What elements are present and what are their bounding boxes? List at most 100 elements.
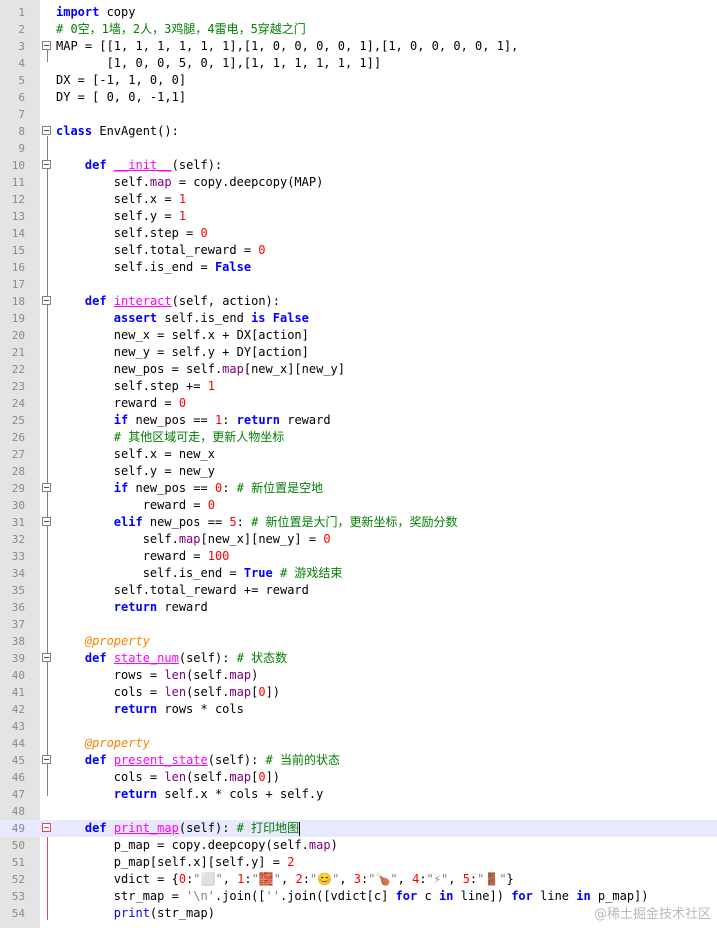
code-line[interactable]: 47 return self.x * cols + self.y bbox=[0, 786, 717, 803]
code-token: state_num bbox=[113, 651, 179, 665]
code-line[interactable]: 9 bbox=[0, 140, 717, 157]
code-line[interactable]: 25 if new_pos == 1: return reward bbox=[0, 412, 717, 429]
code-line[interactable]: 4 [1, 0, 0, 5, 0, 1],[1, 1, 1, 1, 1, 1]] bbox=[0, 55, 717, 72]
code-line[interactable]: 18 def interact(self, action): bbox=[0, 293, 717, 310]
line-number: 9 bbox=[18, 142, 25, 155]
code-text: vdict = {0:"⬜", 1:"🧱", 2:"😊", 3:"🍗", 4:"… bbox=[56, 871, 514, 888]
code-line[interactable]: 13 self.y = 1 bbox=[0, 208, 717, 225]
code-editor[interactable]: 1 import copy 2 # 0空，1墙，2人，3鸡腿，4雷电，5穿越之门 3 MA… bbox=[0, 0, 717, 928]
code-line[interactable]: 2 # 0空，1墙，2人，3鸡腿，4雷电，5穿越之门 bbox=[0, 21, 717, 38]
code-token: : bbox=[302, 872, 310, 886]
code-line[interactable]: 22 new_pos = self.map[new_x][new_y] bbox=[0, 361, 717, 378]
code-token: 0 bbox=[323, 532, 331, 546]
code-line[interactable]: 26 # 其他区域可走，更新人物坐标 bbox=[0, 429, 717, 446]
code-line[interactable]: 24 reward = 0 bbox=[0, 395, 717, 412]
code-line[interactable]: 16 self.is_end = False bbox=[0, 259, 717, 276]
code-token: present_state bbox=[113, 753, 208, 767]
code-line[interactable]: 43 bbox=[0, 718, 717, 735]
code-line[interactable]: 10 def __init__(self): bbox=[0, 157, 717, 174]
code-line[interactable]: 17 bbox=[0, 276, 717, 293]
code-text: def interact(self, action): bbox=[56, 293, 280, 310]
code-line[interactable]: 30 reward = 0 bbox=[0, 497, 717, 514]
code-line[interactable]: 28 self.y = new_y bbox=[0, 463, 717, 480]
line-number: 34 bbox=[11, 567, 25, 580]
code-line[interactable]: 23 self.step += 1 bbox=[0, 378, 717, 395]
code-line[interactable]: 44 @property bbox=[0, 735, 717, 752]
code-line[interactable]: 35 self.total_reward += reward bbox=[0, 582, 717, 599]
code-token: (self, action): bbox=[171, 294, 280, 308]
fold-toggle-icon[interactable] bbox=[42, 483, 51, 492]
code-token: len bbox=[164, 668, 187, 682]
fold-toggle-icon[interactable] bbox=[42, 755, 51, 764]
code-line[interactable]: 11 self.map = copy.deepcopy(MAP) bbox=[0, 174, 717, 191]
code-token: 2 bbox=[295, 872, 303, 886]
code-line[interactable]: 33 reward = 100 bbox=[0, 548, 717, 565]
line-number: 18 bbox=[11, 295, 25, 308]
code-line[interactable]: 6 DY = [ 0, 0, -1,1] bbox=[0, 89, 717, 106]
code-line[interactable]: 19 assert self.is_end is False bbox=[0, 310, 717, 327]
code-line[interactable]: 20 new_x = self.x + DX[action] bbox=[0, 327, 717, 344]
code-line[interactable]: 5 DX = [-1, 1, 0, 0] bbox=[0, 72, 717, 89]
code-text: self.is_end = True # 游戏结束 bbox=[56, 565, 343, 582]
code-line[interactable]: 41 cols = len(self.map[0]) bbox=[0, 684, 717, 701]
code-line[interactable]: 21 new_y = self.y + DY[action] bbox=[0, 344, 717, 361]
code-token: new_y = self.y + DY[action] bbox=[56, 345, 309, 359]
code-line[interactable]: 46 cols = len(self.map[0]) bbox=[0, 769, 717, 786]
code-line[interactable]: 42 return rows * cols bbox=[0, 701, 717, 718]
code-line[interactable]: 52 vdict = {0:"⬜", 1:"🧱", 2:"😊", 3:"🍗", … bbox=[0, 871, 717, 888]
code-line[interactable]: 8 class EnvAgent(): bbox=[0, 123, 717, 140]
code-token: 1 bbox=[207, 379, 215, 393]
fold-toggle-icon[interactable] bbox=[42, 517, 51, 526]
code-lines[interactable]: 1 import copy 2 # 0空，1墙，2人，3鸡腿，4雷电，5穿越之门 3 MA… bbox=[0, 4, 717, 922]
code-token: reward = bbox=[56, 498, 208, 512]
code-text: new_x = self.x + DX[action] bbox=[56, 327, 309, 344]
code-token: reward bbox=[157, 600, 208, 614]
code-line[interactable]: 32 self.map[new_x][new_y] = 0 bbox=[0, 531, 717, 548]
code-line[interactable]: 14 self.step = 0 bbox=[0, 225, 717, 242]
code-token: : bbox=[236, 515, 252, 529]
code-line[interactable]: 39 def state_num(self): # 状态数 bbox=[0, 650, 717, 667]
code-line[interactable]: 51 p_map[self.x][self.y] = 2 bbox=[0, 854, 717, 871]
code-line[interactable]: 38 @property bbox=[0, 633, 717, 650]
code-line[interactable]: 48 bbox=[0, 803, 717, 820]
code-line[interactable]: 27 self.x = new_x bbox=[0, 446, 717, 463]
code-token: def bbox=[84, 294, 107, 308]
code-token: 0 bbox=[178, 396, 187, 410]
code-line[interactable]: 34 self.is_end = True # 游戏结束 bbox=[0, 565, 717, 582]
code-line[interactable]: 40 rows = len(self.map) bbox=[0, 667, 717, 684]
fold-toggle-icon[interactable] bbox=[42, 126, 51, 135]
code-token: len bbox=[164, 685, 187, 699]
fold-toggle-icon[interactable] bbox=[42, 653, 51, 662]
fold-toggle-icon[interactable] bbox=[42, 41, 51, 50]
code-line[interactable]: 37 bbox=[0, 616, 717, 633]
line-number: 30 bbox=[11, 499, 25, 512]
code-line[interactable]: 3 MAP = [[1, 1, 1, 1, 1, 1],[1, 0, 0, 0, … bbox=[0, 38, 717, 55]
code-line[interactable]: 50 p_map = copy.deepcopy(self.map) bbox=[0, 837, 717, 854]
code-line[interactable]: 45 def present_state(self): # 当前的状态 bbox=[0, 752, 717, 769]
code-line[interactable]: 15 self.total_reward = 0 bbox=[0, 242, 717, 259]
code-line[interactable]: 49 def print_map(self): # 打印地图 bbox=[0, 820, 717, 837]
code-token: self.step += bbox=[56, 379, 208, 393]
line-number: 23 bbox=[11, 380, 25, 393]
code-line[interactable]: 29 if new_pos == 0: # 新位置是空地 bbox=[0, 480, 717, 497]
code-token: cols = bbox=[56, 685, 165, 699]
fold-toggle-icon[interactable] bbox=[42, 823, 51, 832]
code-token: map bbox=[222, 362, 244, 376]
code-token: print bbox=[113, 906, 150, 920]
code-line[interactable]: 31 elif new_pos == 5: # 新位置是大门，更新坐标，奖励分数 bbox=[0, 514, 717, 531]
code-line[interactable]: 36 return reward bbox=[0, 599, 717, 616]
code-token: map bbox=[229, 685, 252, 699]
code-token: cols = bbox=[56, 770, 165, 784]
code-line[interactable]: 12 self.x = 1 bbox=[0, 191, 717, 208]
code-token: [new_x][new_y] bbox=[243, 362, 346, 376]
code-token: , bbox=[397, 872, 413, 886]
code-token: def bbox=[84, 158, 107, 172]
fold-toggle-icon[interactable] bbox=[42, 296, 51, 305]
code-line[interactable]: 1 import copy bbox=[0, 4, 717, 21]
code-line[interactable]: 7 bbox=[0, 106, 717, 123]
fold-toggle-icon[interactable] bbox=[42, 160, 51, 169]
line-number: 48 bbox=[11, 805, 25, 818]
